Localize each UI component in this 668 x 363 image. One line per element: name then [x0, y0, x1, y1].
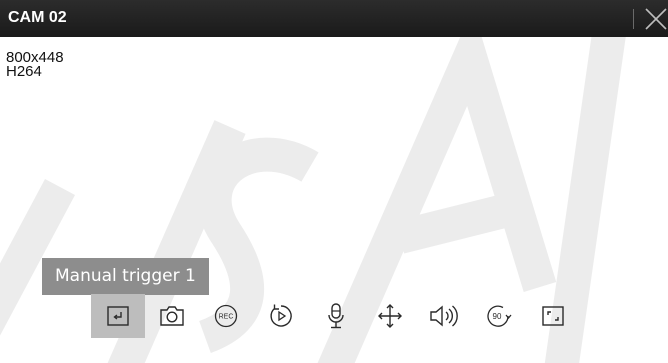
rotate-90-button[interactable]: 90: [472, 294, 526, 338]
microphone-button[interactable]: [309, 294, 363, 338]
manual-trigger-button[interactable]: [91, 294, 145, 338]
camera-window: CAM 02 800x448 H264 Manual trigger 1 REC…: [0, 0, 668, 363]
manual-trigger-icon: [107, 306, 129, 326]
close-icon: [645, 8, 667, 30]
record-label: REC: [219, 314, 234, 321]
camera-icon: [160, 306, 184, 326]
ptz-move-icon: [378, 304, 402, 328]
record-button[interactable]: REC: [199, 294, 253, 338]
microphone-icon: [328, 303, 344, 329]
title-bar[interactable]: CAM 02: [0, 0, 668, 37]
tooltip: Manual trigger 1: [42, 258, 209, 295]
ptz-move-button[interactable]: [363, 294, 417, 338]
video-view[interactable]: 800x448 H264 Manual trigger 1 REC 90: [0, 37, 668, 363]
speaker-icon: [430, 305, 458, 327]
watermark-letter-a-bar: [395, 190, 525, 254]
instant-playback-icon: [270, 304, 292, 327]
stream-codec: H264: [6, 63, 42, 80]
rotate-90-icon: 90: [487, 305, 512, 327]
close-button[interactable]: [640, 4, 668, 33]
title-divider: [633, 9, 634, 29]
stream-info: 800x448 H264: [6, 50, 64, 80]
control-toolbar: REC 90: [0, 294, 668, 338]
window-title: CAM 02: [8, 9, 67, 26]
rotate-label: 90: [493, 312, 502, 321]
record-icon: REC: [214, 304, 238, 328]
instant-playback-button[interactable]: [254, 294, 308, 338]
speaker-button[interactable]: [417, 294, 471, 338]
snapshot-button[interactable]: [145, 294, 199, 338]
fullscreen-button[interactable]: [526, 294, 580, 338]
fullscreen-icon: [542, 306, 564, 326]
